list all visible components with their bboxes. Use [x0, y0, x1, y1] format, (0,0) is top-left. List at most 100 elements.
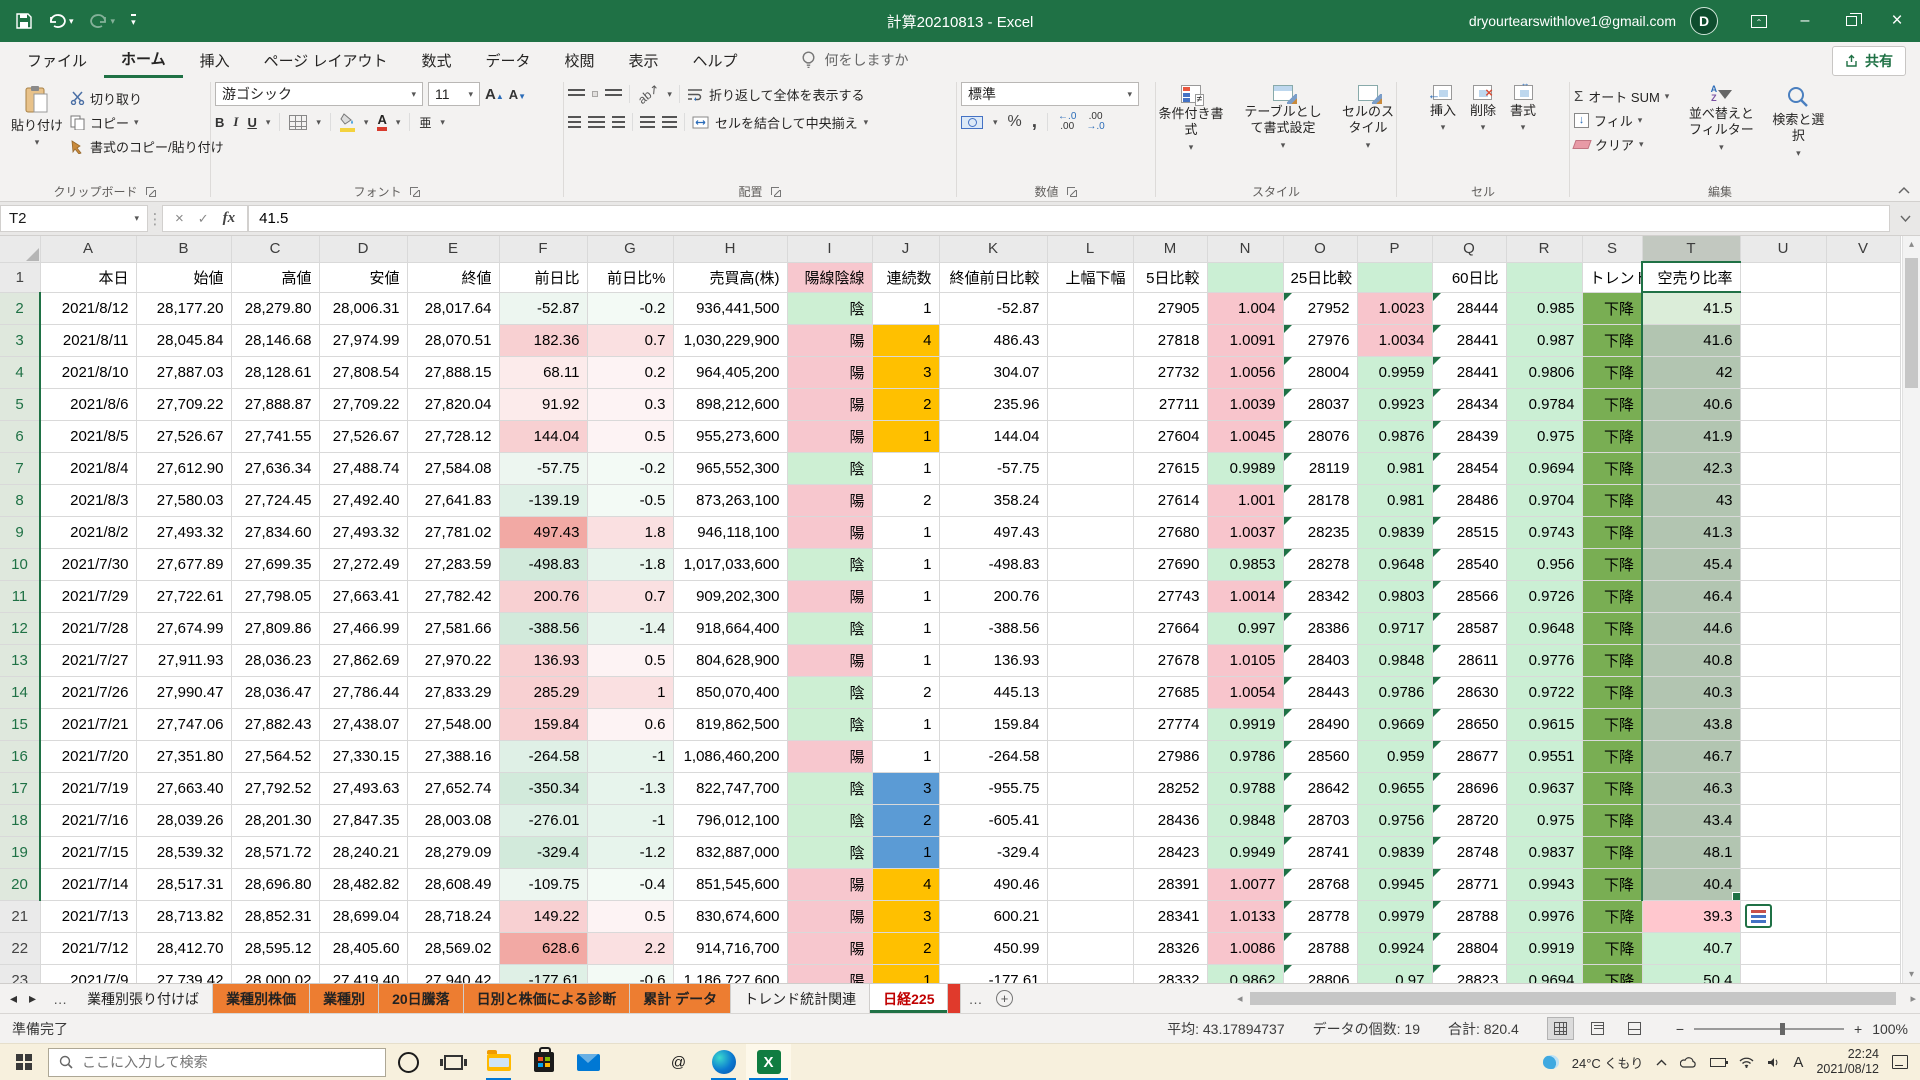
share-button[interactable]: 共有 — [1832, 46, 1906, 76]
cell-K6[interactable]: 144.04 — [939, 420, 1047, 452]
cell-A18[interactable]: 2021/7/16 — [40, 804, 136, 836]
cell-B5[interactable]: 27,709.22 — [136, 388, 231, 420]
cell-L14[interactable] — [1047, 676, 1133, 708]
cell-M4[interactable]: 27732 — [1133, 356, 1207, 388]
cell-U7[interactable] — [1740, 452, 1826, 484]
cell-U23[interactable] — [1740, 964, 1826, 983]
cell-P8[interactable]: 0.981 — [1357, 484, 1432, 516]
cell-Q14[interactable]: 28630 — [1432, 676, 1506, 708]
cell-D12[interactable]: 27,466.99 — [319, 612, 407, 644]
cell-L5[interactable] — [1047, 388, 1133, 420]
row-header-13[interactable]: 13 — [0, 644, 40, 676]
cell-G18[interactable]: -1 — [587, 804, 673, 836]
cell-T16[interactable]: 46.7 — [1642, 740, 1740, 772]
cell-I18[interactable]: 陰 — [787, 804, 872, 836]
decrease-indent-icon[interactable] — [640, 116, 655, 129]
cell-V23[interactable] — [1826, 964, 1900, 983]
cell-V14[interactable] — [1826, 676, 1900, 708]
column-header-A[interactable]: A — [40, 236, 136, 262]
cell-G9[interactable]: 1.8 — [587, 516, 673, 548]
cell-P23[interactable]: 0.97 — [1357, 964, 1432, 983]
cell-N7[interactable]: 0.9989 — [1207, 452, 1283, 484]
cell-M13[interactable]: 27678 — [1133, 644, 1207, 676]
ribbon-tab-ヘルプ[interactable]: ヘルプ — [676, 42, 755, 78]
cell-Q17[interactable]: 28696 — [1432, 772, 1506, 804]
cell-B10[interactable]: 27,677.89 — [136, 548, 231, 580]
cell-M20[interactable]: 28391 — [1133, 868, 1207, 900]
cell-I4[interactable]: 陽 — [787, 356, 872, 388]
cell-B19[interactable]: 28,539.32 — [136, 836, 231, 868]
cell-T4[interactable]: 42 — [1642, 356, 1740, 388]
cell-P10[interactable]: 0.9648 — [1357, 548, 1432, 580]
cell-K23[interactable]: -177.61 — [939, 964, 1047, 983]
column-header-O[interactable]: O — [1283, 236, 1357, 262]
cell-V4[interactable] — [1826, 356, 1900, 388]
cell-N5[interactable]: 1.0039 — [1207, 388, 1283, 420]
cell-K7[interactable]: -57.75 — [939, 452, 1047, 484]
underline-button[interactable]: U — [247, 115, 256, 130]
battery-icon[interactable] — [1710, 1058, 1726, 1067]
cell-P12[interactable]: 0.9717 — [1357, 612, 1432, 644]
cell-I3[interactable]: 陽 — [787, 324, 872, 356]
cell-I10[interactable]: 陰 — [787, 548, 872, 580]
cell-S1[interactable]: トレンド — [1582, 262, 1642, 292]
cell-P3[interactable]: 1.0034 — [1357, 324, 1432, 356]
cell-P16[interactable]: 0.959 — [1357, 740, 1432, 772]
cell-C15[interactable]: 27,882.43 — [231, 708, 319, 740]
cell-F17[interactable]: -350.34 — [499, 772, 587, 804]
cell-S10[interactable]: 下降 — [1582, 548, 1642, 580]
cell-I1[interactable]: 陽線陰線 — [787, 262, 872, 292]
taskbar-app-mail[interactable] — [566, 1044, 611, 1080]
cell-V12[interactable] — [1826, 612, 1900, 644]
cell-Q10[interactable]: 28540 — [1432, 548, 1506, 580]
cell-G16[interactable]: -1 — [587, 740, 673, 772]
column-header-E[interactable]: E — [407, 236, 499, 262]
cell-U16[interactable] — [1740, 740, 1826, 772]
cell-H8[interactable]: 873,263,100 — [673, 484, 787, 516]
clipboard-dialog-launcher-icon[interactable] — [144, 185, 157, 198]
alignment-dialog-launcher-icon[interactable] — [769, 185, 782, 198]
cell-B17[interactable]: 27,663.40 — [136, 772, 231, 804]
scroll-right-icon[interactable]: ▸ — [1910, 992, 1916, 1005]
cell-A23[interactable]: 2021/7/9 — [40, 964, 136, 983]
cell-E15[interactable]: 27,548.00 — [407, 708, 499, 740]
cell-S11[interactable]: 下降 — [1582, 580, 1642, 612]
cell-C7[interactable]: 27,636.34 — [231, 452, 319, 484]
cell-D9[interactable]: 27,493.32 — [319, 516, 407, 548]
cell-J4[interactable]: 3 — [872, 356, 939, 388]
cell-C16[interactable]: 27,564.52 — [231, 740, 319, 772]
cell-D6[interactable]: 27,526.67 — [319, 420, 407, 452]
cell-C1[interactable]: 高値 — [231, 262, 319, 292]
cell-E1[interactable]: 終値 — [407, 262, 499, 292]
cell-P1[interactable] — [1357, 262, 1432, 292]
cell-L4[interactable] — [1047, 356, 1133, 388]
cell-L19[interactable] — [1047, 836, 1133, 868]
cell-J23[interactable]: 1 — [872, 964, 939, 983]
cell-F8[interactable]: -139.19 — [499, 484, 587, 516]
cell-R15[interactable]: 0.9615 — [1506, 708, 1582, 740]
cell-O1[interactable]: 25日比較 — [1283, 262, 1357, 292]
cell-S13[interactable]: 下降 — [1582, 644, 1642, 676]
cell-A5[interactable]: 2021/8/6 — [40, 388, 136, 420]
cell-I5[interactable]: 陽 — [787, 388, 872, 420]
vertical-scroll-thumb[interactable] — [1905, 258, 1918, 388]
cell-T21[interactable]: 39.3 — [1642, 900, 1740, 932]
weather-icon[interactable] — [1543, 1055, 1559, 1069]
page-layout-view-button[interactable] — [1584, 1017, 1611, 1040]
cell-O6[interactable]: 28076 — [1283, 420, 1357, 452]
cell-Q21[interactable]: 28788 — [1432, 900, 1506, 932]
formula-input[interactable] — [249, 210, 1889, 227]
cell-K1[interactable]: 終値前日比較 — [939, 262, 1047, 292]
ribbon-tab-データ[interactable]: データ — [468, 42, 547, 78]
cell-J12[interactable]: 1 — [872, 612, 939, 644]
cell-D2[interactable]: 28,006.31 — [319, 292, 407, 324]
cell-S2[interactable]: 下降 — [1582, 292, 1642, 324]
cell-S14[interactable]: 下降 — [1582, 676, 1642, 708]
cell-L13[interactable] — [1047, 644, 1133, 676]
minimize-button[interactable]: – — [1782, 0, 1828, 42]
cell-V17[interactable] — [1826, 772, 1900, 804]
font-dialog-launcher-icon[interactable] — [408, 185, 421, 198]
cell-H17[interactable]: 822,747,700 — [673, 772, 787, 804]
cell-I17[interactable]: 陰 — [787, 772, 872, 804]
column-header-P[interactable]: P — [1357, 236, 1432, 262]
